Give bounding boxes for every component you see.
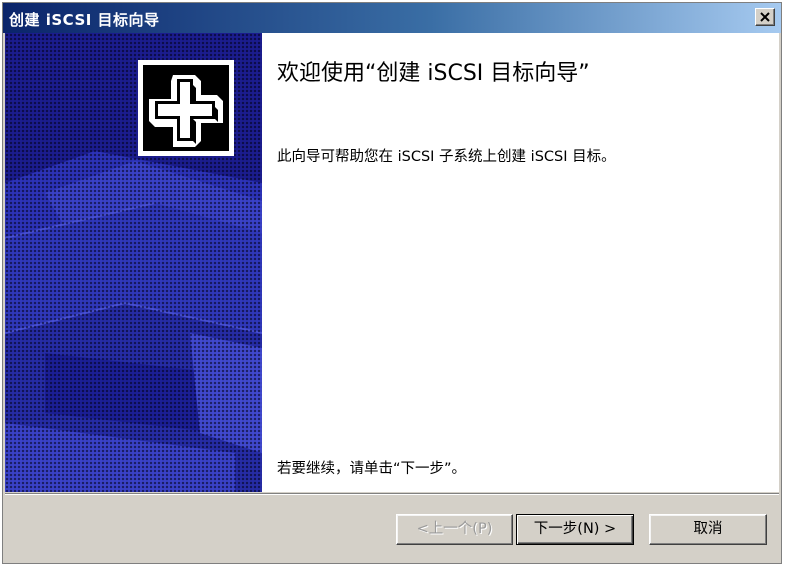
welcome-heading: 欢迎使用“创建 iSCSI 目标向导” <box>277 61 590 86</box>
wizard-cross-logo-icon <box>149 75 223 147</box>
title-bar[interactable]: 创建 iSCSI 目标向导 <box>3 3 781 33</box>
close-button[interactable] <box>755 8 775 26</box>
wizard-logo <box>138 60 234 156</box>
window-title: 创建 iSCSI 目标向导 <box>9 11 160 29</box>
next-button[interactable]: 下一步(N) > <box>516 514 634 545</box>
wizard-page: 欢迎使用“创建 iSCSI 目标向导” 此向导可帮助您在 iSCSI 子系统上创… <box>5 33 779 492</box>
close-icon <box>760 12 770 22</box>
side-banner <box>5 33 262 492</box>
button-separator <box>5 493 779 495</box>
back-button[interactable]: <上一个(P) <box>396 514 513 545</box>
cancel-button[interactable]: 取消 <box>649 514 767 545</box>
wizard-dialog: 创建 iSCSI 目标向导 欢迎使用“创建 iSCSI 目标向导” 此向导可帮助… <box>2 2 782 564</box>
continue-hint: 若要继续，请单击“下一步”。 <box>277 461 467 477</box>
wizard-description: 此向导可帮助您在 iSCSI 子系统上创建 iSCSI 目标。 <box>277 149 616 165</box>
